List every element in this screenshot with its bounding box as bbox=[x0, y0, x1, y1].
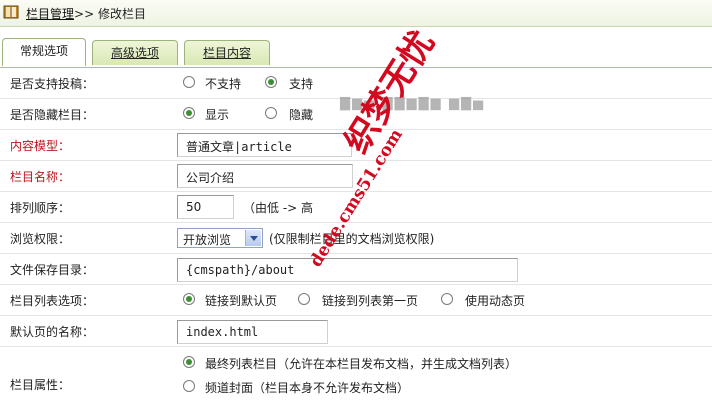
radio-hidden-show-label: 显示 bbox=[205, 108, 230, 122]
tab-advanced-label: 高级选项 bbox=[110, 46, 159, 60]
tab-content-label: 栏目内容 bbox=[202, 46, 251, 60]
radio-list-first[interactable] bbox=[298, 293, 310, 305]
ghost-watermark: ▇▆▅ ▇▇▆▇▆ ▆▇▅ bbox=[340, 96, 486, 111]
label-default-page: 默认页的名称： bbox=[10, 325, 95, 339]
chevron-down-icon[interactable] bbox=[245, 230, 261, 246]
tab-general-label: 常规选项 bbox=[19, 44, 68, 58]
breadcrumb-separator: >> bbox=[74, 7, 95, 21]
label-list-option: 栏目列表选项： bbox=[10, 294, 95, 308]
label-contribute: 是否支持投稿： bbox=[10, 77, 95, 91]
radio-contribute-yes[interactable] bbox=[265, 76, 277, 88]
label-permission: 浏览权限： bbox=[10, 232, 71, 246]
row-contribute: 是否支持投稿： 不支持 支持 bbox=[0, 68, 712, 99]
row-order: 排列顺序： 50 （由低 -> 高 bbox=[0, 192, 712, 223]
radio-hidden-hide[interactable] bbox=[265, 107, 277, 119]
row-name: 栏目名称： 公司介绍 bbox=[0, 161, 712, 192]
label-model: 内容模型： bbox=[10, 139, 71, 153]
tab-advanced[interactable]: 高级选项 bbox=[92, 40, 178, 65]
label-order: 排列顺序： bbox=[10, 201, 71, 215]
radio-attr-channel[interactable] bbox=[183, 380, 195, 392]
radio-contribute-no[interactable] bbox=[183, 76, 195, 88]
default-page-field[interactable]: index.html bbox=[177, 320, 328, 344]
radio-list-dynamic[interactable] bbox=[441, 293, 453, 305]
breadcrumb: 栏目管理>> 修改栏目 bbox=[26, 5, 146, 22]
label-attribute: 栏目属性： bbox=[10, 378, 71, 392]
row-list-option: 栏目列表选项： 链接到默认页 链接到列表第一页 使用动态页 bbox=[0, 285, 712, 316]
order-field[interactable]: 50 bbox=[177, 195, 234, 219]
radio-list-default-label: 链接到默认页 bbox=[205, 294, 278, 308]
row-default-page: 默认页的名称： index.html bbox=[0, 316, 712, 347]
order-hint: （由低 -> 高 bbox=[243, 201, 314, 215]
radio-attr-final[interactable] bbox=[183, 356, 195, 368]
radio-hidden-show[interactable] bbox=[183, 107, 195, 119]
tab-general[interactable]: 常规选项 bbox=[2, 38, 86, 66]
breadcrumb-link-column-manage[interactable]: 栏目管理 bbox=[26, 7, 74, 21]
radio-list-dynamic-label: 使用动态页 bbox=[465, 294, 526, 308]
save-dir-field[interactable]: {cmspath}/about bbox=[177, 258, 518, 282]
row-permission: 浏览权限： 开放浏览 (仅限制栏目里的文档浏览权限) bbox=[0, 223, 712, 254]
radio-attr-final-label: 最终列表栏目（允许在本栏目发布文档，并生成文档列表） bbox=[205, 357, 518, 371]
permission-select[interactable]: 开放浏览 bbox=[177, 228, 263, 248]
breadcrumb-current: 修改栏目 bbox=[97, 7, 146, 21]
label-name: 栏目名称： bbox=[10, 170, 71, 184]
permission-select-value: 开放浏览 bbox=[183, 233, 232, 247]
book-icon bbox=[3, 5, 19, 19]
tab-content[interactable]: 栏目内容 bbox=[184, 40, 270, 65]
permission-hint: (仅限制栏目里的文档浏览权限) bbox=[269, 232, 435, 246]
model-field[interactable]: 普通文章|article bbox=[177, 133, 352, 157]
row-save-dir: 文件保存目录： {cmspath}/about bbox=[0, 254, 712, 285]
tab-bar: 常规选项 高级选项 栏目内容 bbox=[0, 37, 712, 68]
radio-attr-channel-label: 频道封面（栏目本身不允许发布文档） bbox=[205, 381, 410, 395]
row-model: 内容模型： 普通文章|article bbox=[0, 130, 712, 161]
radio-contribute-yes-label: 支持 bbox=[289, 77, 314, 91]
radio-contribute-no-label: 不支持 bbox=[205, 77, 242, 91]
name-field[interactable]: 公司介绍 bbox=[177, 164, 353, 188]
label-hidden: 是否隐藏栏目： bbox=[10, 108, 95, 122]
row-attribute: 栏目属性： 最终列表栏目（允许在本栏目发布文档，并生成文档列表） 频道封面（栏目… bbox=[0, 348, 712, 408]
radio-list-first-label: 链接到列表第一页 bbox=[322, 294, 419, 308]
radio-hidden-hide-label: 隐藏 bbox=[289, 108, 314, 122]
label-save-dir: 文件保存目录： bbox=[10, 263, 95, 277]
page-header: 栏目管理>> 修改栏目 bbox=[0, 0, 712, 27]
radio-list-default[interactable] bbox=[183, 293, 195, 305]
